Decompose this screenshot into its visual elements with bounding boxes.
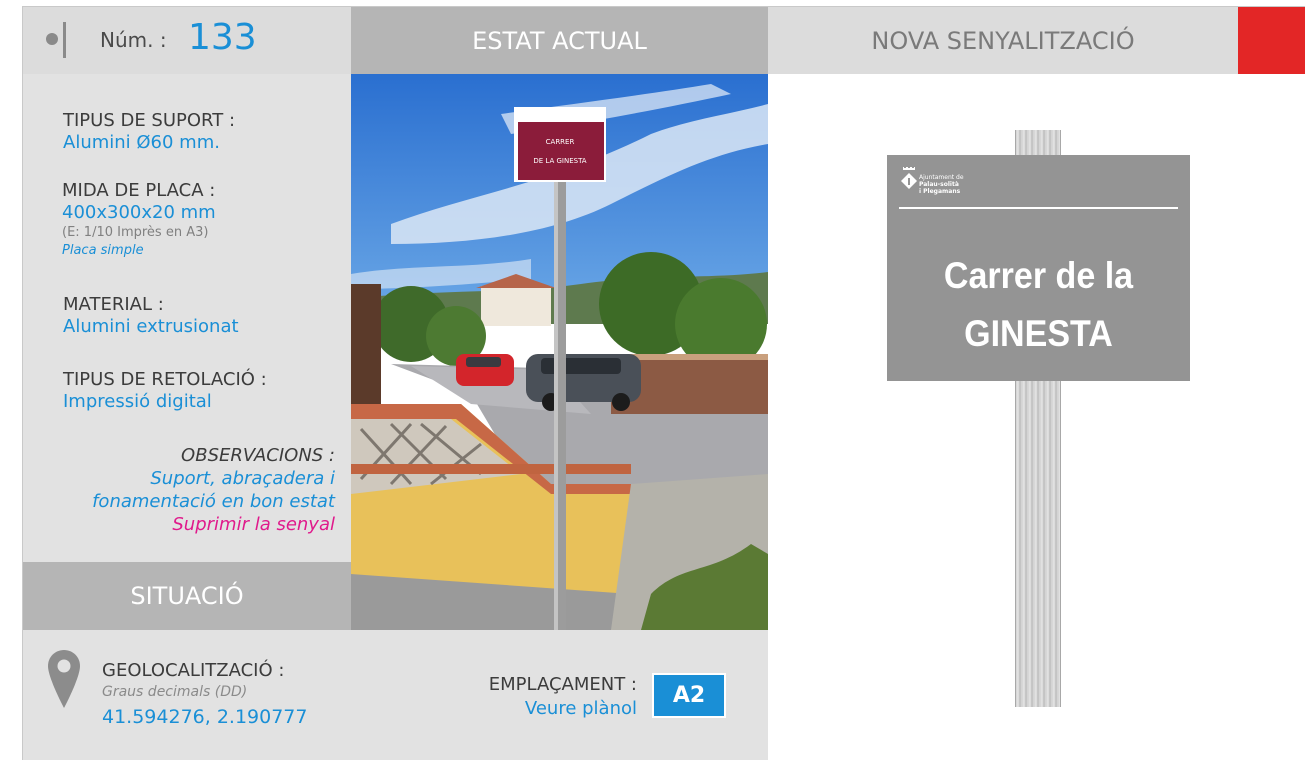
logo-line-3: i Plegamans [919,188,961,195]
material-label: MATERIAL : [63,294,164,315]
lettering-value: Impressió digital [63,391,212,412]
support-label: TIPUS DE SUPORT : [63,110,236,131]
info-panel: TIPUS DE SUPORT : Alumini Ø60 mm. MIDA D… [23,74,351,562]
lettering-label: TIPUS DE RETOLACIÓ : [63,369,267,390]
support-block: TIPUS DE SUPORT : Alumini Ø60 mm. [63,110,235,154]
nova-senyalitzacio-header: NOVA SENYALITZACIÓ [768,7,1238,74]
lettering-block: TIPUS DE RETOLACIÓ : Impressió digital [63,369,267,413]
plate-size-block: MIDA DE PLACA : 400x300x20 mm (E: 1/10 I… [62,180,216,259]
plate-size-label: MIDA DE PLACA : [62,180,216,201]
new-sign-title-line-2: GINESTA [964,313,1113,354]
geolocation-label: GEOLOCALITZACIÓ : [102,660,285,681]
observations-label: OBSERVACIONS : [181,445,335,466]
header-number-cell [23,7,351,74]
placement-label: EMPLAÇAMENT : [488,674,637,695]
municipal-logo-text: Ajuntament de Palau-solità i Plegamans [919,174,964,195]
new-sign-title-line-1: Carrer de la [943,255,1134,296]
plate-divider [899,207,1178,209]
plate-size-scale: (E: 1/10 Imprès en A3) [62,225,209,240]
accent-block [1238,7,1305,74]
new-sign-plate: Ajuntament de Palau-solità i Plegamans C… [887,155,1190,381]
logo-line-2: Palau-solità [919,181,959,188]
number-value: 133 [188,17,257,58]
current-state-photo: CARRER DE LA GINESTA [351,74,768,630]
number-label: Núm. : [100,28,167,52]
logo-line-1: Ajuntament de [919,174,964,181]
observations-block: OBSERVACIONS : Suport, abraçadera i fona… [92,444,335,536]
material-value: Alumini extrusionat [63,316,239,337]
municipal-crest-icon [901,167,917,189]
marker-bar-icon [63,22,66,58]
placement-link[interactable]: Veure plànol [525,698,637,719]
street-photo-illustration: CARRER DE LA GINESTA [351,74,768,630]
observations-action: Suprimir la senyal [172,514,335,535]
support-value: Alumini Ø60 mm. [63,132,220,153]
new-sign-title: Carrer de la GINESTA [899,247,1178,363]
observations-line-1: Suport, abraçadera i [150,468,335,489]
marker-dot-icon [46,33,58,45]
photo-sign-line-2: DE LA GINESTA [533,157,586,165]
photo-sign-line-1: CARRER [546,138,575,146]
map-pin-icon [48,650,80,708]
geolocation-value: 41.594276, 2.190777 [102,706,308,728]
estat-actual-header: ESTAT ACTUAL [351,7,768,74]
material-block: MATERIAL : Alumini extrusionat [63,294,239,338]
plate-size-value: 400x300x20 mm [62,202,216,223]
observations-line-2: fonamentació en bon estat [92,491,335,512]
placement-badge: A2 [652,673,726,718]
plate-size-note: Placa simple [62,243,144,258]
situacio-header: SITUACIÓ [23,562,351,630]
geolocation-format: Graus decimals (DD) [102,684,248,700]
